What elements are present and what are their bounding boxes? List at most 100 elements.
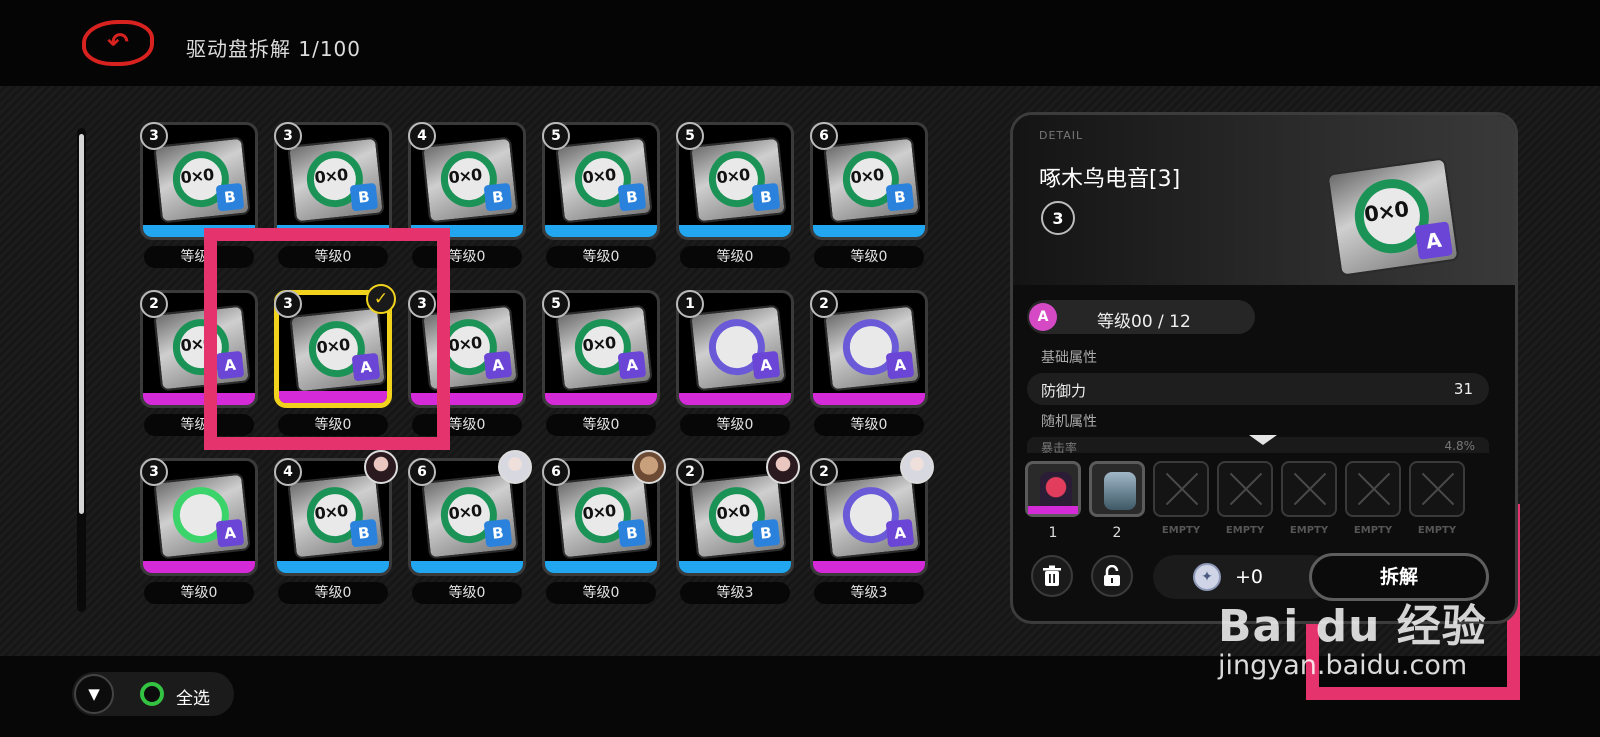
disc-rank-badge: 3 [140,458,168,486]
rarity-strip [143,561,255,573]
rarity-strip [545,225,657,237]
disc-rank-badge: 6 [408,458,436,486]
disc-tile[interactable]: A 3 等级0 [140,458,258,604]
disc-tile[interactable]: A 2 等级0 [810,290,928,436]
detail-header: DETAIL 啄木鸟电音[3] 3 0×0 A [1013,115,1515,285]
equipped-agent-avatar [632,450,666,484]
disc-tile[interactable]: 0×0 B 6 等级0 [810,122,928,268]
drive-disc-image: A [153,472,251,560]
random-attributes-title: 随机属性 [1041,414,1097,430]
slot-label: EMPTY [1353,525,1393,536]
rarity-badge: A [885,518,915,548]
grid-scrollbar[interactable] [77,128,86,612]
rarity-badge: B [483,518,513,548]
scroll-thumb[interactable] [79,134,84,514]
empty-slot[interactable] [1153,461,1209,517]
empty-x-icon [1163,471,1199,507]
trash-button[interactable] [1031,555,1073,597]
disc-rank-badge: 3 [408,290,436,318]
rarity-strip [277,561,389,573]
disc-rank-badge: 5 [676,122,704,150]
scroll-down-caret-icon[interactable] [1249,435,1277,445]
empty-slot[interactable] [1281,461,1337,517]
drive-disc-image: 0×0 B [287,136,385,224]
agent-portrait-icon [1040,472,1072,510]
rarity-strip [679,561,791,573]
disc-rank-badge: 4 [274,458,302,486]
unlock-icon [1104,565,1120,586]
equipped-agent-avatar [766,450,800,484]
checkmark-icon: ✓ [366,284,396,314]
disc-level-label: 等级0 [680,246,790,268]
faded-stat-name: 暴击率 [1041,441,1078,453]
select-all-control[interactable]: ▼ 全选 [72,672,234,716]
rarity-badge: A [617,350,647,380]
empty-x-icon [1291,471,1327,507]
detail-tag: DETAIL [1039,129,1084,142]
rarity-badge: B [215,182,245,212]
disc-tile[interactable]: 0×0 B 5 等级0 [542,122,660,268]
drive-disc-image: A [823,304,921,392]
rarity-strip [813,225,925,237]
filter-icon[interactable]: ▼ [74,674,114,714]
disc-rank-badge: 6 [810,122,838,150]
rarity-badge: A [885,350,915,380]
disc-tile[interactable]: A 2 等级3 [810,450,934,604]
dismantle-button[interactable]: 拆解 [1309,553,1489,601]
empty-slot[interactable] [1409,461,1465,517]
disc-tile[interactable]: 0×0 B 2 等级3 [676,450,800,604]
rarity-strip [813,393,925,405]
select-all-label: 全选 [176,689,210,709]
equipped-agent-avatar [900,450,934,484]
rarity-badge: A [1414,221,1453,260]
disc-rank-badge: 1 [676,290,704,318]
disc-rank-badge: 3 [1041,201,1075,235]
circle-key-icon [140,682,164,706]
disc-tile[interactable]: 0×0 B 6 等级0 [408,450,532,604]
disc-rank-badge: 2 [676,458,704,486]
back-button[interactable]: ↶ [82,20,154,66]
trash-icon [1043,565,1061,586]
equipped-agent-avatar [498,450,532,484]
disc-name: 啄木鸟电音[3] [1039,167,1181,192]
rarity-strip [411,561,523,573]
disc-level-label: 等级0 [546,414,656,436]
disc-level-label: 等级3 [680,582,790,604]
agent-slot[interactable] [1025,461,1081,517]
rarity-badge: B [617,182,647,212]
disc-level-label: 等级0 [680,414,790,436]
rarity-strip [679,225,791,237]
rarity-badge: B [885,182,915,212]
empty-slot[interactable] [1345,461,1401,517]
rarity-strip [813,561,925,573]
rarity-badge: B [751,182,781,212]
disc-tile[interactable]: 0×0 B 5 等级0 [676,122,794,268]
drive-disc-image: 0×0 B [555,136,653,224]
reward-display: ✦ +0 [1153,555,1333,599]
agent-slot[interactable] [1089,461,1145,517]
rarity-badge: A [215,518,245,548]
empty-x-icon [1227,471,1263,507]
disc-tile[interactable]: 0×0 B 4 等级0 [274,450,398,604]
drive-disc-image: A [689,304,787,392]
disc-rank-badge: 2 [810,458,838,486]
stat-row-defense: 防御力 31 [1027,373,1489,405]
disc-level-label: 等级0 [144,582,254,604]
rarity-badge: B [483,182,513,212]
disc-rank-badge: 3 [140,122,168,150]
rarity-strip [679,393,791,405]
disc-preview-image: 0×0 A [1326,157,1460,277]
dennies-coin-icon: ✦ [1193,563,1221,591]
lock-button[interactable] [1091,555,1133,597]
disc-tile[interactable]: 0×0 B 6 等级0 [542,450,666,604]
disc-rank-badge: 4 [408,122,436,150]
slot-label: EMPTY [1161,525,1201,536]
disc-tile[interactable]: A 1 等级0 [676,290,794,436]
empty-slot[interactable] [1217,461,1273,517]
agent-portrait-icon [1104,472,1136,510]
disc-level-label: 等级0 [412,582,522,604]
rarity-badge: B [349,518,379,548]
rarity-badge: B [751,518,781,548]
disc-tile[interactable]: 0×0 A 5 等级0 [542,290,660,436]
disc-rank-badge: 2 [810,290,838,318]
